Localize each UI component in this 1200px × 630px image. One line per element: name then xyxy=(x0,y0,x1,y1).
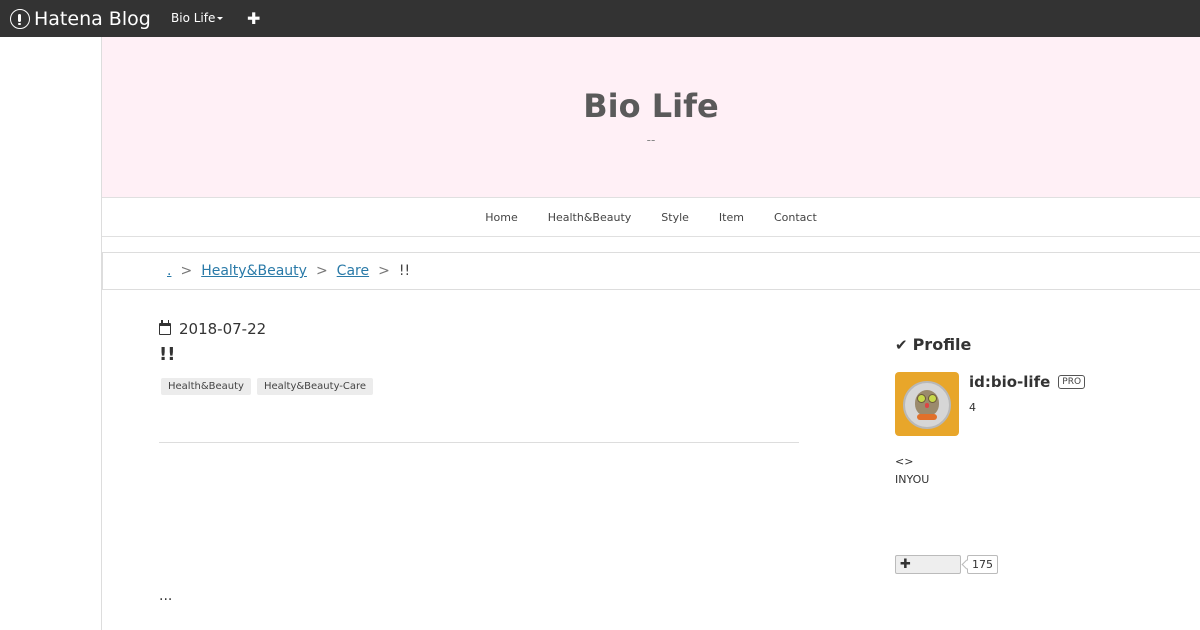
breadcrumb-home[interactable]: . xyxy=(167,263,171,279)
avatar[interactable] xyxy=(895,372,959,436)
breadcrumb-separator: > xyxy=(180,263,193,279)
hatena-logo-icon xyxy=(10,8,30,29)
nav-item[interactable]: Item xyxy=(719,211,744,224)
nav-contact[interactable]: Contact xyxy=(774,211,817,224)
plus-icon[interactable]: ✚ xyxy=(247,9,260,28)
profile-count: 4 xyxy=(969,401,976,414)
nav-health-beauty[interactable]: Health&Beauty xyxy=(548,211,632,224)
breadcrumb-separator: > xyxy=(315,263,328,279)
subscribe-widget: ✚ 175 xyxy=(895,555,998,574)
profile-about-line: <> xyxy=(895,455,914,468)
pro-badge: PRO xyxy=(1058,375,1086,389)
category-tag[interactable]: Healty&Beauty-Care xyxy=(256,378,374,395)
entry-title[interactable]: !! xyxy=(159,344,175,365)
caret-down-icon xyxy=(217,16,224,20)
profile-user-id[interactable]: id:bio-life PRO xyxy=(969,373,1086,391)
subscriber-count: 175 xyxy=(967,555,998,574)
blog-header: Bio Life -- xyxy=(102,37,1200,198)
calendar-icon xyxy=(159,320,171,335)
breadcrumb-separator: > xyxy=(378,263,390,279)
hatena-blog-logo[interactable]: Hatena Blog xyxy=(10,7,151,30)
user-id-text: id:bio-life xyxy=(969,373,1051,391)
nav-style[interactable]: Style xyxy=(661,211,689,224)
profile-heading: ✔ Profile xyxy=(895,335,971,354)
blog-title[interactable]: Bio Life xyxy=(102,87,1200,125)
blog-menu-label: Bio Life xyxy=(171,11,216,25)
global-nav: Home Health&Beauty Style Item Contact xyxy=(102,198,1200,237)
blog-description: -- xyxy=(646,133,656,147)
profile-heading-text: Profile xyxy=(912,335,972,354)
check-icon: ✔ xyxy=(895,335,908,354)
entry-date[interactable]: 2018-07-22 xyxy=(159,320,266,338)
entry-excerpt-more: ... xyxy=(159,588,173,604)
breadcrumb-care[interactable]: Care xyxy=(337,263,369,279)
breadcrumb-healty-beauty[interactable]: Healty&Beauty xyxy=(201,263,307,279)
breadcrumb: . > Healty&Beauty > Care > !! xyxy=(102,252,1200,290)
divider xyxy=(159,442,799,443)
plus-icon: ✚ xyxy=(900,557,911,572)
subscribe-button[interactable]: ✚ xyxy=(895,555,961,574)
brand-name: Hatena Blog xyxy=(34,7,151,30)
category-tag[interactable]: Health&Beauty xyxy=(161,378,251,395)
nav-home[interactable]: Home xyxy=(485,211,517,224)
global-header: Hatena Blog Bio Life ✚ xyxy=(0,0,1200,37)
breadcrumb-current: !! xyxy=(398,263,411,279)
blog-menu-dropdown[interactable]: Bio Life xyxy=(171,11,224,25)
entry-categories: Health&Beauty Healty&Beauty-Care xyxy=(161,378,379,395)
profile-about-line: INYOU xyxy=(895,473,930,486)
entry-date-text: 2018-07-22 xyxy=(179,320,267,338)
